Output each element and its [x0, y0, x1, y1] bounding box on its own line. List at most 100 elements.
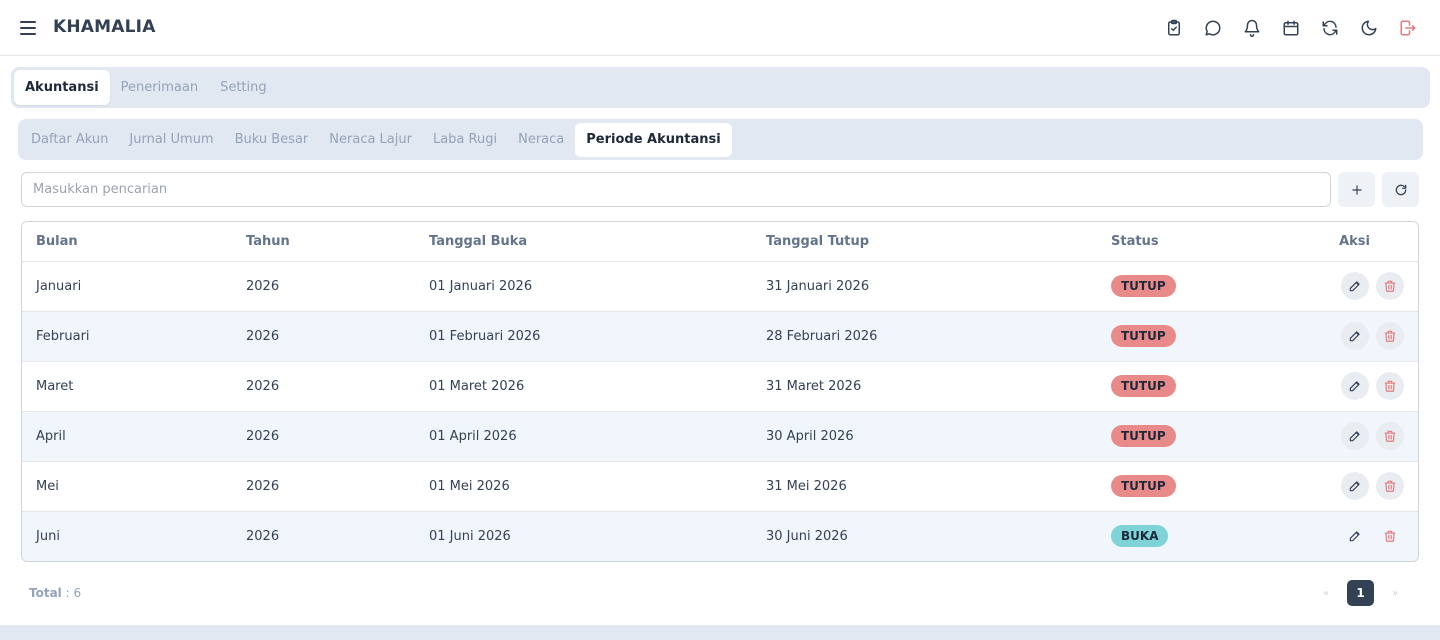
table-row[interactable]: Februari 2026 01 Februari 2026 28 Februari …: [22, 311, 1418, 362]
status-badge: TUTUP: [1111, 275, 1176, 297]
column-header-tahun[interactable]: Tahun: [232, 222, 415, 262]
trash-icon: [1383, 529, 1397, 543]
cell-aksi: [1277, 261, 1418, 312]
main-tabs: Akuntansi Penerimaan Setting: [11, 67, 1430, 108]
total-count: Total : 6: [29, 586, 81, 600]
table-row[interactable]: Maret 2026 01 Maret 2026 31 Maret 2026 TUTUP: [22, 361, 1418, 412]
logout-icon[interactable]: [1396, 14, 1420, 42]
calendar-icon[interactable]: [1279, 14, 1303, 42]
cell-bulan: Mei: [22, 461, 232, 512]
cell-aksi: [1277, 411, 1418, 462]
tab-daftar-akun[interactable]: Daftar Akun: [21, 123, 118, 157]
cell-tahun: 2026: [232, 511, 415, 561]
cell-tanggal-tutup: 30 Juni 2026: [752, 511, 1097, 561]
cell-aksi: [1277, 511, 1418, 561]
edit-button[interactable]: [1341, 522, 1369, 550]
tab-neraca[interactable]: Neraca: [508, 123, 574, 157]
cell-tahun: 2026: [232, 261, 415, 312]
chat-icon[interactable]: [1201, 14, 1225, 42]
status-badge: TUTUP: [1111, 325, 1176, 347]
cell-tahun: 2026: [232, 361, 415, 412]
table-row[interactable]: Januari 2026 01 Januari 2026 31 Januari 202…: [22, 261, 1418, 312]
cell-tanggal-buka: 01 Mei 2026: [415, 461, 752, 512]
cell-status: TUTUP: [1097, 411, 1277, 462]
trash-icon: [1383, 329, 1397, 343]
delete-button[interactable]: [1376, 272, 1404, 300]
app-title: KHAMALIA: [53, 17, 156, 37]
cell-status: BUKA: [1097, 511, 1277, 561]
cell-tahun: 2026: [232, 461, 415, 512]
next-page-button[interactable]: »: [1388, 588, 1402, 599]
delete-button[interactable]: [1376, 522, 1404, 550]
cell-tanggal-buka: 01 April 2026: [415, 411, 752, 462]
clipboard-check-icon[interactable]: [1162, 14, 1186, 42]
tab-buku-besar[interactable]: Buku Besar: [225, 123, 319, 157]
status-badge: TUTUP: [1111, 425, 1176, 447]
tab-penerimaan[interactable]: Penerimaan: [110, 70, 209, 105]
page-button-current[interactable]: 1: [1347, 580, 1374, 606]
cell-bulan: Juni: [22, 511, 232, 561]
prev-page-button[interactable]: «: [1319, 588, 1333, 599]
cell-bulan: April: [22, 411, 232, 462]
reload-button[interactable]: [1382, 172, 1419, 207]
cell-tanggal-buka: 01 Maret 2026: [415, 361, 752, 412]
bell-icon[interactable]: [1240, 14, 1264, 42]
pencil-icon: [1348, 529, 1362, 543]
tab-setting[interactable]: Setting: [209, 70, 278, 105]
cell-aksi: [1277, 311, 1418, 362]
column-header-status[interactable]: Status: [1097, 222, 1277, 262]
cell-tahun: 2026: [232, 311, 415, 362]
cell-status: TUTUP: [1097, 261, 1277, 312]
cell-tanggal-buka: 01 Februari 2026: [415, 311, 752, 362]
trash-icon: [1383, 279, 1397, 293]
tab-jurnal-umum[interactable]: Jurnal Umum: [119, 123, 223, 157]
sub-tabs: Daftar Akun Jurnal Umum Buku Besar Nerac…: [18, 119, 1423, 160]
cell-aksi: [1277, 361, 1418, 412]
tab-neraca-lajur[interactable]: Neraca Lajur: [319, 123, 422, 157]
column-header-tanggal-tutup[interactable]: Tanggal Tutup: [752, 222, 1097, 262]
column-header-tanggal-buka[interactable]: Tanggal Buka: [415, 222, 752, 262]
cell-tanggal-tutup: 28 Februari 2026: [752, 311, 1097, 362]
pencil-icon: [1348, 329, 1362, 343]
cell-aksi: [1277, 461, 1418, 512]
cell-tanggal-tutup: 31 Januari 2026: [752, 261, 1097, 312]
column-header-aksi: Aksi: [1277, 222, 1418, 262]
delete-button[interactable]: [1376, 372, 1404, 400]
cell-bulan: Februari: [22, 311, 232, 362]
delete-button[interactable]: [1376, 422, 1404, 450]
add-button[interactable]: [1338, 172, 1375, 207]
edit-button[interactable]: [1341, 422, 1369, 450]
footer-bar: [0, 625, 1440, 640]
tab-laba-rugi[interactable]: Laba Rugi: [423, 123, 507, 157]
cell-tanggal-tutup: 31 Maret 2026: [752, 361, 1097, 412]
edit-button[interactable]: [1341, 322, 1369, 350]
delete-button[interactable]: [1376, 322, 1404, 350]
tab-akuntansi[interactable]: Akuntansi: [14, 70, 110, 105]
menu-icon[interactable]: [20, 21, 36, 35]
edit-button[interactable]: [1341, 472, 1369, 500]
cell-tanggal-tutup: 30 April 2026: [752, 411, 1097, 462]
table-row[interactable]: April 2026 01 April 2026 30 April 2026 TUTUP: [22, 411, 1418, 462]
cell-tanggal-tutup: 31 Mei 2026: [752, 461, 1097, 512]
column-header-bulan[interactable]: Bulan: [22, 222, 232, 262]
tab-periode-akuntansi[interactable]: Periode Akuntansi: [575, 123, 732, 157]
table-row[interactable]: Juni 2026 01 Juni 2026 30 Juni 2026 BUKA: [22, 511, 1418, 561]
header-actions: [1162, 14, 1420, 42]
edit-button[interactable]: [1341, 272, 1369, 300]
reload-icon: [1395, 184, 1406, 195]
cell-status: TUTUP: [1097, 461, 1277, 512]
refresh-icon[interactable]: [1318, 14, 1342, 42]
cell-bulan: Januari: [22, 261, 232, 312]
plus-icon: [1351, 184, 1362, 195]
moon-icon[interactable]: [1357, 14, 1381, 42]
cell-bulan: Maret: [22, 361, 232, 412]
search-input[interactable]: [21, 172, 1331, 207]
status-badge: BUKA: [1111, 525, 1169, 548]
periode-table: Bulan Tahun Tanggal Buka Tanggal Tutup S…: [21, 221, 1419, 562]
cell-tanggal-buka: 01 Januari 2026: [415, 261, 752, 312]
total-label: Total: [29, 586, 62, 600]
delete-button[interactable]: [1376, 472, 1404, 500]
table-row[interactable]: Mei 2026 01 Mei 2026 31 Mei 2026 TUTUP: [22, 461, 1418, 512]
pencil-icon: [1348, 479, 1362, 493]
edit-button[interactable]: [1341, 372, 1369, 400]
